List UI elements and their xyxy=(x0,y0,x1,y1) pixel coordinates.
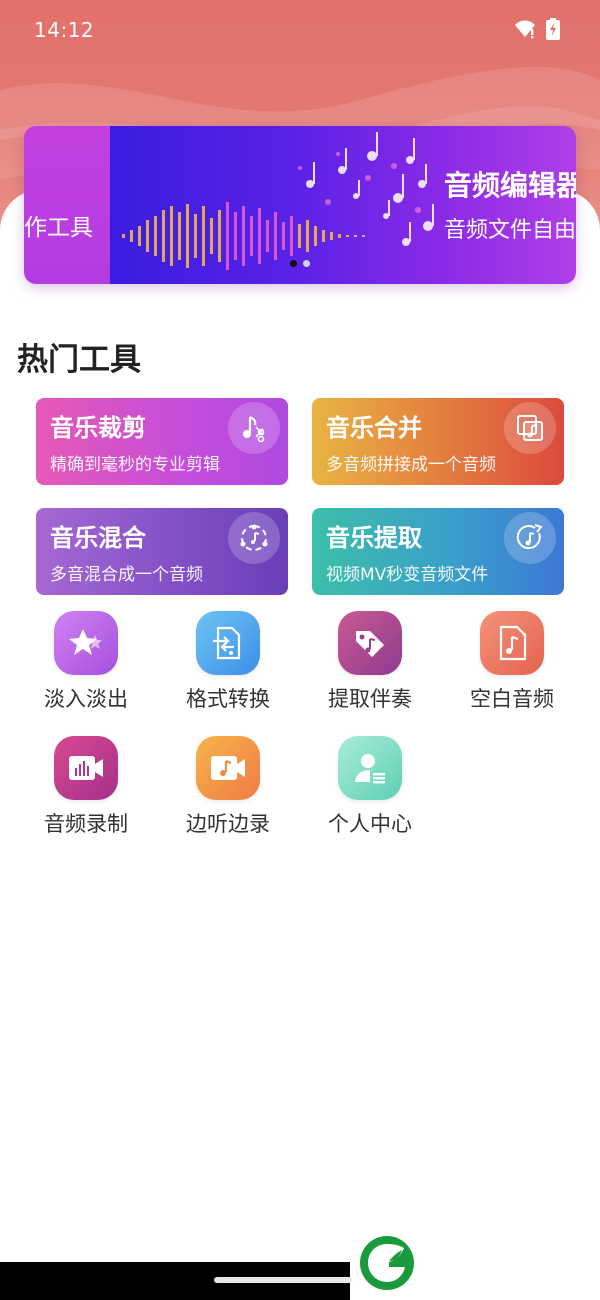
tag-music-icon xyxy=(338,611,402,675)
grid-label: 提取伴奏 xyxy=(328,687,412,711)
user-profile-icon xyxy=(338,736,402,800)
tool-card-music-mix[interactable]: 音乐混合 多音混合成一个音频 xyxy=(36,508,288,595)
music-merge-icon xyxy=(504,402,556,454)
banner-dot[interactable] xyxy=(303,260,310,267)
section-title: 热门工具 xyxy=(17,342,141,378)
tool-card-music-cut[interactable]: 音乐裁剪 精确到毫秒的专业剪辑 xyxy=(36,398,288,485)
grid-tool-user-center[interactable]: 个人中心 xyxy=(311,736,431,846)
grid-tool-fade[interactable]: 淡入淡出 xyxy=(27,611,147,721)
grid-label: 边听边录 xyxy=(186,812,270,836)
grid-label: 空白音频 xyxy=(470,687,554,711)
audio-record-icon xyxy=(54,736,118,800)
wifi-icon xyxy=(514,19,536,43)
grid-tool-extract-accompaniment[interactable]: 提取伴奏 xyxy=(311,611,431,721)
card-description: 视频MV秒变音频文件 xyxy=(326,565,489,585)
banner-dot-active[interactable] xyxy=(290,260,297,267)
banner-current-slide: 音频编辑器 音频文件自由 xyxy=(110,126,576,284)
banner-previous-slide: 作工具 xyxy=(24,126,110,284)
card-title: 音乐裁剪 xyxy=(50,414,146,442)
grid-label: 个人中心 xyxy=(328,812,412,836)
grid-tool-blank-audio[interactable]: 空白音频 xyxy=(453,611,573,721)
star-sparkle-icon xyxy=(54,611,118,675)
tool-card-music-merge[interactable]: 音乐合并 多音频拼接成一个音频 xyxy=(312,398,564,485)
music-extract-icon xyxy=(504,512,556,564)
home-indicator[interactable] xyxy=(214,1277,352,1283)
status-bar: 14:12 xyxy=(0,0,600,60)
listen-record-icon xyxy=(196,736,260,800)
card-description: 多音混合成一个音频 xyxy=(50,565,203,585)
banner-pagination xyxy=(290,260,310,267)
banner-subtitle: 音频文件自由 xyxy=(444,218,576,243)
card-title: 音乐混合 xyxy=(50,524,146,552)
grid-label: 音频录制 xyxy=(44,812,128,836)
grid-label: 格式转换 xyxy=(186,687,270,711)
card-title: 音乐提取 xyxy=(326,524,422,552)
grid-tool-listen-record[interactable]: 边听边录 xyxy=(169,736,289,846)
blank-audio-file-icon xyxy=(480,611,544,675)
music-mix-icon xyxy=(228,512,280,564)
status-time: 14:12 xyxy=(34,18,95,42)
app-logo xyxy=(356,1232,418,1294)
music-cut-icon xyxy=(228,402,280,454)
grid-tool-audio-record[interactable]: 音频录制 xyxy=(27,736,147,846)
battery-icon xyxy=(546,18,560,44)
banner-title: 音频编辑器 xyxy=(444,169,576,202)
card-description: 多音频拼接成一个音频 xyxy=(326,455,496,475)
banner-previous-text: 作工具 xyxy=(24,215,93,241)
grid-tool-format-convert[interactable]: 格式转换 xyxy=(169,611,289,721)
sound-wave-illustration xyxy=(122,132,434,270)
card-title: 音乐合并 xyxy=(326,414,422,442)
grid-label: 淡入淡出 xyxy=(44,687,128,711)
tool-card-music-extract[interactable]: 音乐提取 视频MV秒变音频文件 xyxy=(312,508,564,595)
card-description: 精确到毫秒的专业剪辑 xyxy=(50,455,220,475)
file-convert-icon xyxy=(196,611,260,675)
